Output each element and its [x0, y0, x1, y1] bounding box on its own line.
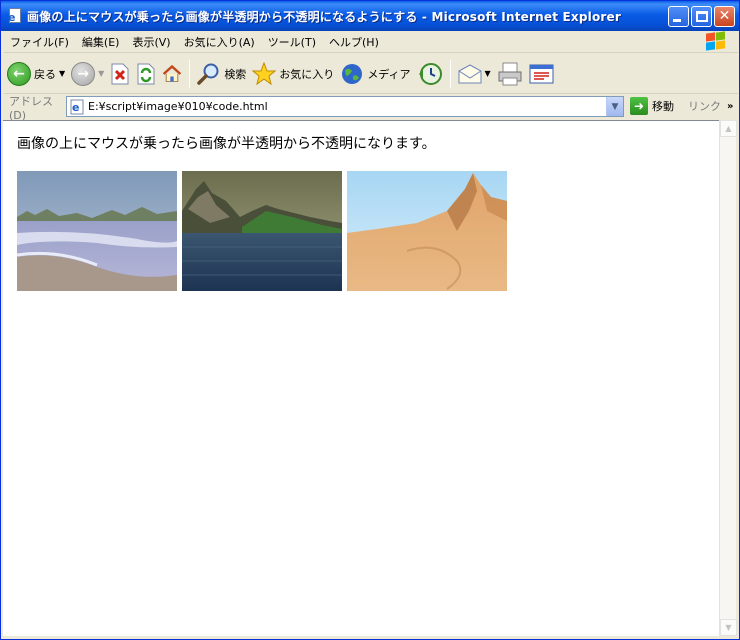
address-input[interactable]: e E:¥script¥image¥010¥code.html ▼ — [66, 96, 624, 117]
favorites-button[interactable]: お気に入り — [249, 57, 337, 91]
refresh-icon — [137, 63, 155, 84]
back-arrow-icon: ← — [7, 61, 31, 86]
home-button[interactable] — [159, 57, 185, 91]
links-toolbar[interactable]: リンク » — [688, 98, 733, 114]
maximize-button[interactable] — [691, 6, 712, 27]
history-clock-icon — [418, 62, 442, 85]
address-url: E:¥script¥image¥010¥code.html — [88, 100, 268, 113]
print-button[interactable] — [494, 57, 526, 91]
minimize-icon — [673, 19, 681, 22]
search-icon — [197, 63, 219, 85]
back-dropdown-icon[interactable]: ▼ — [59, 69, 65, 78]
ie-page-icon: e — [7, 8, 23, 24]
menu-tools[interactable]: ツール(T) — [262, 34, 322, 50]
windows-logo-icon — [702, 31, 728, 52]
search-button[interactable]: 検索 — [194, 57, 249, 91]
sea-mountain-image — [182, 171, 342, 291]
search-label: 検索 — [224, 67, 247, 81]
address-dropdown-icon[interactable]: ▼ — [606, 97, 623, 116]
home-icon — [163, 64, 182, 82]
beach-image — [17, 171, 177, 291]
toolbar-separator — [449, 59, 451, 88]
close-icon: ✕ — [718, 8, 731, 24]
maximize-icon — [696, 11, 708, 22]
scroll-down-icon[interactable]: ▼ — [720, 619, 737, 636]
standard-toolbar: ← 戻る ▼ → ▼ 検索 お気に入り メディア ▼ — [4, 54, 738, 94]
menu-view[interactable]: 表示(V) — [126, 34, 176, 50]
star-icon — [252, 61, 277, 85]
forward-button[interactable]: → ▼ — [68, 57, 107, 91]
favorites-label: お気に入り — [279, 67, 335, 81]
close-button[interactable]: ✕ — [714, 6, 735, 27]
svg-text:e: e — [72, 101, 79, 114]
menu-file[interactable]: ファイル(F) — [4, 34, 75, 50]
toolbar-separator — [189, 59, 191, 88]
menu-help[interactable]: ヘルプ(H) — [323, 34, 385, 50]
mail-dropdown-icon[interactable]: ▼ — [485, 69, 491, 78]
edit-button[interactable] — [526, 57, 558, 91]
forward-arrow-icon: → — [71, 61, 96, 86]
back-button[interactable]: ← 戻る ▼ — [4, 57, 68, 91]
refresh-button[interactable] — [133, 57, 159, 91]
menu-bar: ファイル(F) 編集(E) 表示(V) お気に入り(A) ツール(T) ヘルプ(… — [4, 31, 738, 53]
printer-icon — [498, 62, 522, 85]
page-content: 画像の上にマウスが乗ったら画像が半透明から不透明になります。 — [3, 120, 719, 636]
address-label: アドレス(D) — [9, 94, 53, 122]
chevron-more-icon[interactable]: » — [727, 101, 733, 112]
ie-window: e 画像の上にマウスが乗ったら画像が半透明から不透明になるようにする - Mic… — [0, 0, 740, 640]
mail-button[interactable]: ▼ — [455, 57, 494, 91]
image-desert-mountain[interactable] — [347, 171, 507, 291]
go-label: 移動 — [652, 100, 674, 113]
go-arrow-icon: ➜ — [630, 97, 648, 115]
go-button[interactable]: ➜ 移動 — [630, 97, 674, 115]
history-button[interactable] — [414, 57, 446, 91]
image-beach[interactable] — [17, 171, 177, 291]
desert-mountain-image — [347, 171, 507, 291]
address-bar: アドレス(D) e E:¥script¥image¥010¥code.html … — [4, 94, 738, 122]
vertical-scrollbar[interactable]: ▲ ▼ — [719, 120, 737, 636]
forward-dropdown-icon[interactable]: ▼ — [98, 69, 104, 78]
title-bar[interactable]: e 画像の上にマウスが乗ったら画像が半透明から不透明になるようにする - Mic… — [1, 1, 739, 31]
menu-edit[interactable]: 編集(E) — [76, 34, 126, 50]
links-label: リンク — [688, 100, 721, 113]
menu-favorites[interactable]: お気に入り(A) — [178, 34, 261, 50]
image-sea-mountain[interactable] — [182, 171, 342, 291]
media-button[interactable]: メディア — [337, 57, 413, 91]
window-title: 画像の上にマウスが乗ったら画像が半透明から不透明になるようにする - Micro… — [27, 9, 621, 24]
scroll-up-icon[interactable]: ▲ — [720, 120, 737, 137]
media-label: メディア — [367, 67, 411, 81]
ie-page-icon: e — [69, 99, 85, 115]
media-globe-icon — [342, 63, 363, 84]
mail-icon — [458, 63, 482, 83]
stop-button[interactable] — [107, 57, 133, 91]
page-description: 画像の上にマウスが乗ったら画像が半透明から不透明になります。 — [17, 136, 436, 152]
stop-icon — [111, 63, 129, 84]
edit-page-icon — [529, 64, 554, 83]
minimize-button[interactable] — [668, 6, 689, 27]
back-label: 戻る — [34, 67, 56, 81]
